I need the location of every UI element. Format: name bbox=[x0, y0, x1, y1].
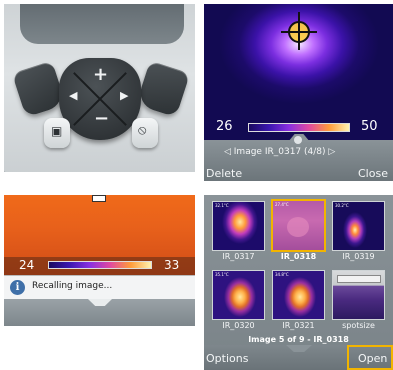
thumbnail-label: IR_0319 bbox=[342, 252, 375, 261]
status-message-bar: i Recalling image... bbox=[4, 275, 195, 299]
recall-view: 24 33 i Recalling image... bbox=[4, 195, 195, 326]
thumbnail-reading: 35.1°C bbox=[215, 272, 229, 277]
gallery-thumbnail[interactable]: 32.1°C bbox=[212, 201, 265, 251]
top-indicator-icon bbox=[92, 195, 106, 202]
right-arrow-icon[interactable]: ▶ bbox=[120, 89, 128, 102]
scroll-indicator-dot bbox=[294, 136, 302, 144]
thumbnail-label: IR_0320 bbox=[222, 321, 255, 330]
color-scale-bar bbox=[248, 123, 350, 132]
status-message: Recalling image... bbox=[32, 281, 113, 291]
image-navigator-label[interactable]: ◁ Image IR_0317 (4/8) ▷ bbox=[224, 147, 335, 157]
thumbnail-label-selected: IR_0318 bbox=[280, 252, 317, 261]
gallery-status: Image 5 of 9 - IR_0318 bbox=[248, 335, 349, 344]
scale-max-label: 50 bbox=[361, 119, 378, 134]
scale-min-label: 26 bbox=[216, 119, 233, 134]
thermal-image-view: 26 50 ◁ Image IR_0317 (4/8) ▷ Delete Clo… bbox=[204, 4, 393, 181]
color-scale-bar bbox=[48, 261, 152, 269]
scale-max-label: 33 bbox=[164, 258, 180, 272]
thumbnail-label: spotsize bbox=[342, 321, 375, 330]
image-gallery: 32.1°C IR_0317 27.4°C IR_0318 30.2°C IR_… bbox=[204, 195, 393, 370]
crosshair-vertical bbox=[298, 12, 300, 50]
softkey-left-icon: ▣ bbox=[51, 124, 63, 138]
options-button[interactable]: Options bbox=[206, 352, 248, 365]
plus-icon[interactable]: + bbox=[93, 64, 108, 85]
close-button[interactable]: Close bbox=[358, 167, 388, 180]
delete-button[interactable]: Delete bbox=[206, 167, 242, 180]
thumbnail-reading: 32.1°C bbox=[215, 203, 229, 208]
softkey-bar bbox=[4, 299, 195, 326]
thumbnail-reading: 27.4°C bbox=[275, 202, 289, 207]
gallery-thumbnail[interactable]: 30.2°C bbox=[332, 201, 385, 251]
power-icon: ⦸ bbox=[138, 123, 147, 138]
gallery-thumbnail[interactable]: 35.1°C bbox=[212, 270, 265, 320]
thumbnail-label: IR_0317 bbox=[222, 252, 255, 261]
softkey-bar: ◁ Image IR_0317 (4/8) ▷ Delete Close bbox=[204, 134, 393, 181]
gallery-thumbnail[interactable]: 34.8°C bbox=[272, 270, 325, 320]
gallery-thumbnail-selected[interactable]: 27.4°C bbox=[271, 199, 326, 252]
navigation-dpad[interactable]: + − ◀ ▶ bbox=[59, 58, 141, 140]
thumbnail-reading: 34.8°C bbox=[275, 272, 289, 277]
thumbnail-hot-region bbox=[287, 217, 309, 237]
info-icon: i bbox=[10, 280, 25, 295]
device-screen-edge bbox=[20, 4, 184, 44]
temperature-scale: 24 33 bbox=[4, 257, 195, 275]
thumbnail-reading: 30.2°C bbox=[335, 203, 349, 208]
scale-min-label: 24 bbox=[19, 258, 35, 272]
right-softkey[interactable]: ⦸ bbox=[132, 118, 158, 148]
left-softkey[interactable]: ▣ bbox=[44, 118, 70, 148]
minus-icon[interactable]: − bbox=[94, 108, 109, 129]
thumbnail-document-strip bbox=[337, 275, 381, 283]
gallery-thumbnail[interactable] bbox=[332, 270, 385, 320]
keypad-photo: + − ◀ ▶ ▣ ⦸ bbox=[4, 4, 195, 172]
left-arrow-icon[interactable]: ◀ bbox=[69, 89, 77, 102]
open-button-highlight bbox=[347, 345, 393, 370]
softkey-bar-notch bbox=[88, 299, 112, 306]
softkey-bar-notch bbox=[286, 345, 312, 352]
thumbnail-label: IR_0321 bbox=[282, 321, 315, 330]
